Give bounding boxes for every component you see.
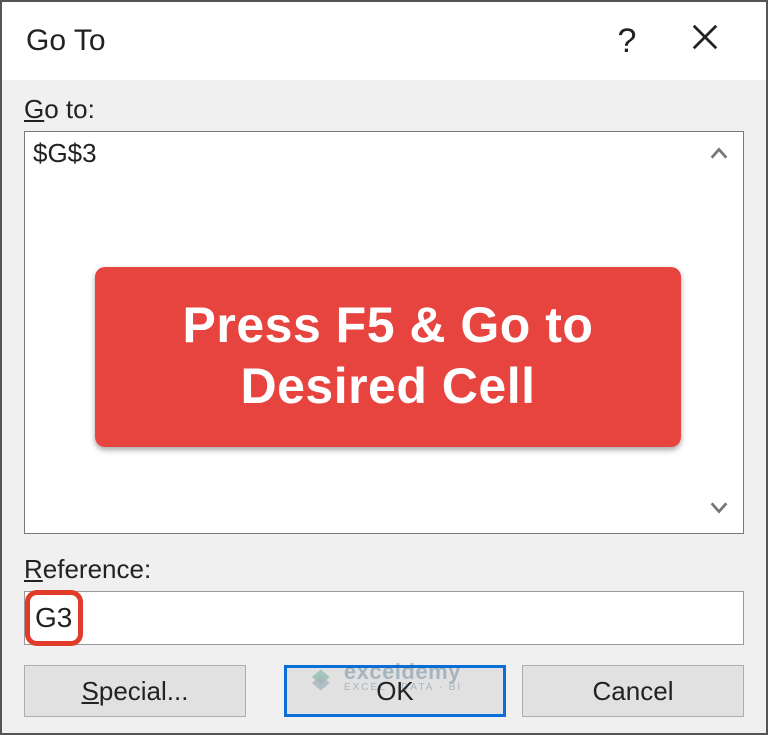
dialog-content: Go to: $G$3 Press F5 & Go to Desired Cel… (2, 80, 766, 733)
reference-label: Reference: (24, 554, 744, 585)
titlebar: Go To ? (2, 2, 766, 80)
reference-input[interactable] (24, 591, 744, 645)
goto-dialog: Go To ? Go to: $G$3 P (0, 0, 768, 735)
close-icon (690, 22, 720, 61)
special-button[interactable]: Special... (24, 665, 246, 717)
reference-row (24, 591, 744, 645)
scroll-up-button[interactable] (703, 140, 735, 172)
chevron-down-icon (708, 494, 730, 525)
help-icon: ? (618, 22, 637, 61)
goto-label: Go to: (24, 94, 744, 125)
list-item[interactable]: $G$3 (33, 138, 735, 169)
chevron-up-icon (708, 141, 730, 172)
button-row: Special... OK Cancel (24, 665, 744, 717)
dialog-title: Go To (26, 24, 588, 58)
ok-button[interactable]: OK (284, 665, 506, 717)
goto-listbox[interactable]: $G$3 Press F5 & Go to Desired Cell (24, 131, 744, 534)
cancel-button[interactable]: Cancel (522, 665, 744, 717)
instruction-overlay: Press F5 & Go to Desired Cell (95, 267, 681, 447)
help-button[interactable]: ? (588, 2, 666, 80)
scroll-down-button[interactable] (703, 493, 735, 525)
close-button[interactable] (666, 2, 744, 80)
